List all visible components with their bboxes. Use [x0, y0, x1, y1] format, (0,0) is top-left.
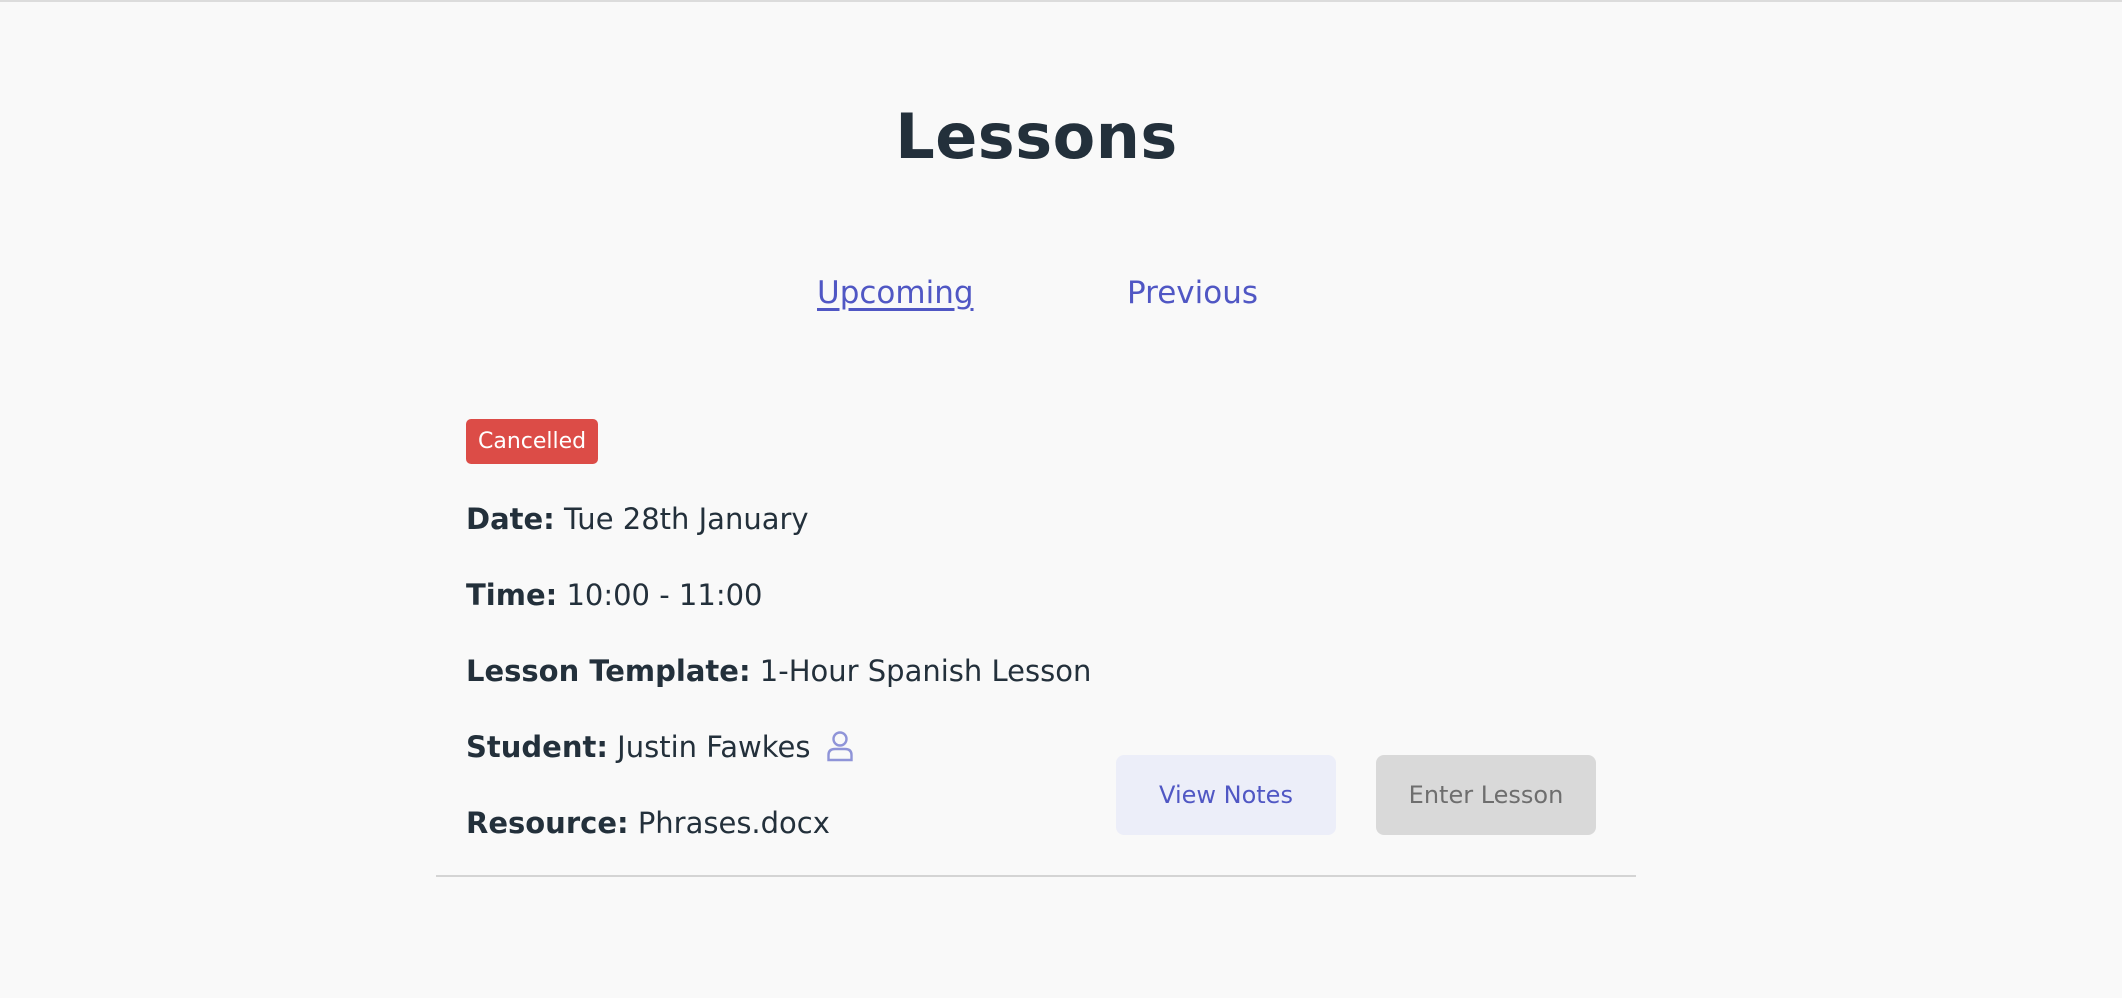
lesson-date-row: Date: Tue 28th January — [466, 501, 809, 537]
template-value: 1-Hour Spanish Lesson — [759, 654, 1092, 688]
date-label: Date: — [466, 502, 555, 536]
lesson-card: Cancelled Date: Tue 28th January Time: 1… — [436, 402, 1636, 877]
tab-previous[interactable]: Previous — [1127, 275, 1258, 311]
student-value: Justin Fawkes — [617, 730, 811, 764]
page-title: Lessons — [895, 100, 1178, 173]
top-border — [0, 0, 2122, 2]
enter-lesson-button[interactable]: Enter Lesson — [1376, 755, 1596, 835]
time-value: 10:00 - 11:00 — [566, 578, 763, 612]
time-label: Time: — [466, 578, 558, 612]
user-icon[interactable] — [826, 730, 854, 770]
resource-value: Phrases.docx — [637, 806, 830, 840]
lesson-student-row: Student: Justin Fawkes — [466, 729, 854, 770]
date-value: Tue 28th January — [564, 502, 809, 536]
status-badge: Cancelled — [466, 419, 599, 464]
lesson-tabs: Upcoming Previous — [0, 275, 2073, 315]
resource-label: Resource: — [466, 806, 629, 840]
lesson-resource-row: Resource: Phrases.docx — [466, 805, 830, 841]
student-label: Student: — [466, 730, 608, 764]
lesson-time-row: Time: 10:00 - 11:00 — [466, 577, 763, 613]
card-divider — [436, 875, 1636, 877]
lesson-template-row: Lesson Template: 1-Hour Spanish Lesson — [466, 653, 1091, 689]
tab-upcoming[interactable]: Upcoming — [817, 275, 974, 311]
template-label: Lesson Template: — [466, 654, 751, 688]
view-notes-button[interactable]: View Notes — [1116, 755, 1336, 835]
